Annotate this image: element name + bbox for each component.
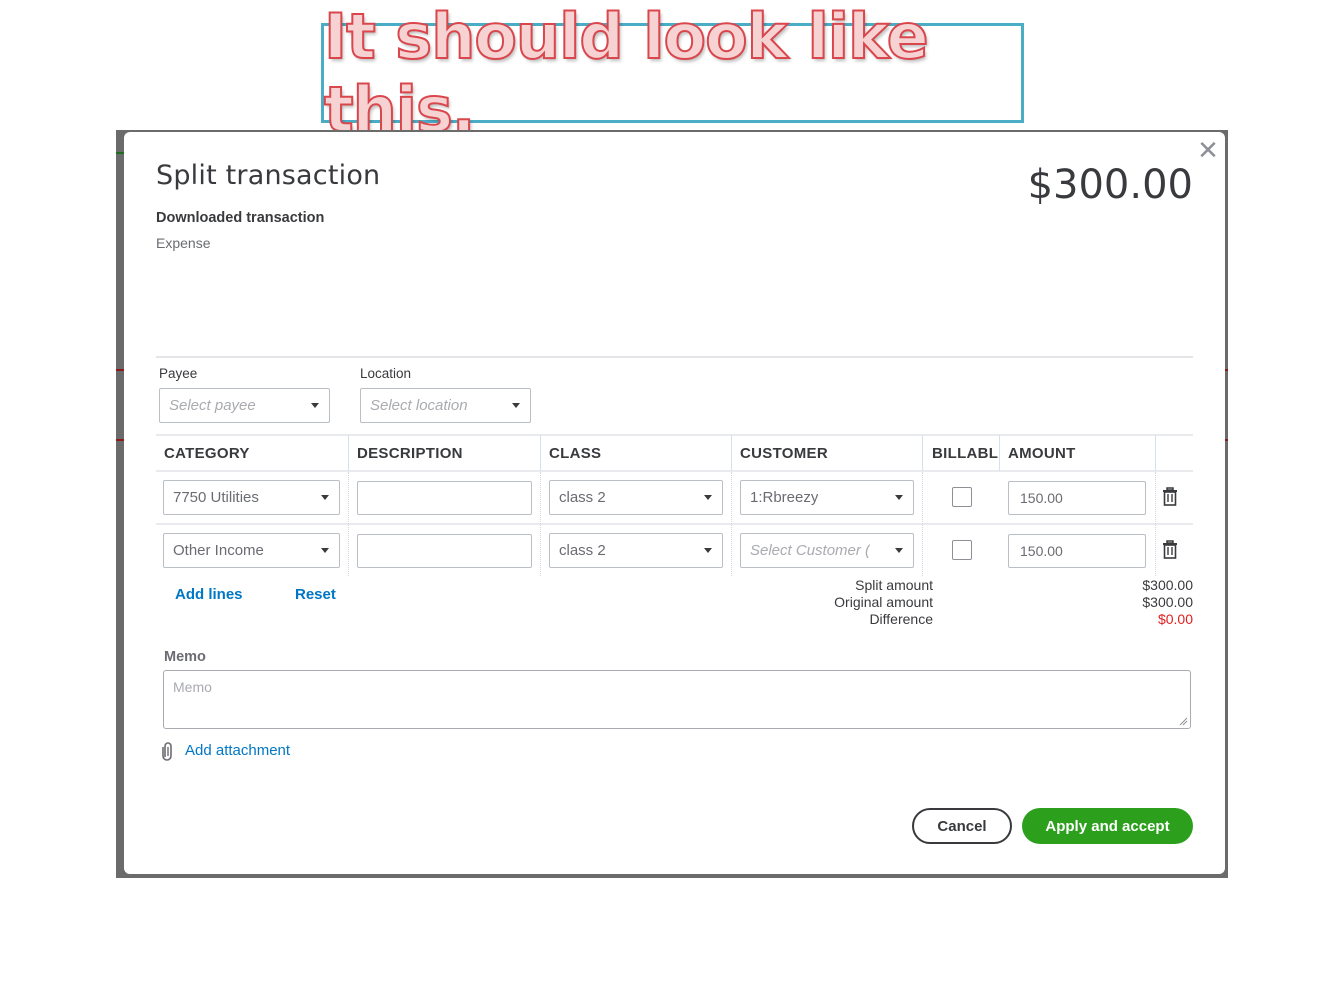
payee-select[interactable]: Select payee <box>159 388 330 423</box>
split-amount-label: Split amount <box>855 577 933 593</box>
chevron-down-icon <box>895 548 903 553</box>
amount-input[interactable]: 150.00 <box>1008 534 1146 568</box>
col-divider <box>1155 472 1156 576</box>
col-divider <box>348 472 349 576</box>
apply-and-accept-button[interactable]: Apply and accept <box>1022 808 1193 844</box>
category-value: Other Income <box>173 542 264 559</box>
column-header-category: CATEGORY <box>164 445 250 462</box>
customer-select[interactable]: 1:Rbreezy <box>740 480 914 515</box>
col-divider <box>731 472 732 576</box>
table-top-border <box>156 434 1193 436</box>
category-value: 7750 Utilities <box>173 489 259 506</box>
resize-handle-icon[interactable] <box>1178 716 1188 726</box>
memo-placeholder: Memo <box>173 679 212 695</box>
chevron-down-icon <box>321 495 329 500</box>
close-icon: ✕ <box>1197 135 1219 165</box>
col-divider <box>1155 435 1156 471</box>
class-value: class 2 <box>559 542 606 559</box>
table-header-border <box>156 470 1193 472</box>
add-lines-button[interactable]: Add lines <box>175 586 243 603</box>
col-divider <box>731 435 732 471</box>
transaction-source: Downloaded transaction <box>156 210 325 226</box>
column-header-customer: CUSTOMER <box>740 445 828 462</box>
column-header-class: CLASS <box>549 445 602 462</box>
description-input[interactable] <box>357 534 532 568</box>
annotation-banner: It should look like this. <box>321 0 1024 147</box>
column-header-amount: AMOUNT <box>1008 445 1076 462</box>
difference-label: Difference <box>869 611 933 627</box>
col-divider <box>348 435 349 471</box>
billable-checkbox[interactable] <box>952 540 972 560</box>
billable-checkbox[interactable] <box>952 487 972 507</box>
chevron-down-icon <box>895 495 903 500</box>
location-label: Location <box>360 366 412 381</box>
col-divider <box>540 435 541 471</box>
class-select[interactable]: class 2 <box>549 480 723 515</box>
column-header-description: DESCRIPTION <box>357 445 463 462</box>
divider <box>156 356 1193 358</box>
class-value: class 2 <box>559 489 606 506</box>
close-button[interactable]: ✕ <box>1196 136 1220 164</box>
description-input[interactable] <box>357 481 532 515</box>
location-placeholder: Select location <box>370 397 468 414</box>
add-attachment-link[interactable]: Add attachment <box>185 742 290 759</box>
category-select[interactable]: 7750 Utilities <box>163 480 340 515</box>
memo-label: Memo <box>164 649 206 665</box>
class-select[interactable]: class 2 <box>549 533 723 568</box>
table-row-border <box>156 523 1193 525</box>
memo-textarea[interactable]: Memo <box>163 670 1191 729</box>
total-amount: $300.00 <box>1027 162 1193 208</box>
customer-placeholder: Select Customer ( <box>750 542 871 559</box>
payee-label: Payee <box>159 366 198 381</box>
col-divider <box>922 472 923 576</box>
chevron-down-icon <box>704 548 712 553</box>
chevron-down-icon <box>512 403 520 408</box>
chevron-down-icon <box>311 403 319 408</box>
split-transaction-dialog: ✕ Split transaction $300.00 Downloaded t… <box>124 132 1225 874</box>
difference-value: $0.00 <box>1157 611 1193 627</box>
column-header-billable: BILLABLE <box>932 445 998 462</box>
original-amount-label: Original amount <box>834 594 933 610</box>
transaction-type: Expense <box>156 235 211 251</box>
col-divider <box>922 435 923 471</box>
amount-input[interactable]: 150.00 <box>1008 481 1146 515</box>
col-divider <box>999 435 1000 471</box>
chevron-down-icon <box>321 548 329 553</box>
reset-button[interactable]: Reset <box>295 586 336 603</box>
cancel-button[interactable]: Cancel <box>912 808 1012 844</box>
category-select[interactable]: Other Income <box>163 533 340 568</box>
payee-placeholder: Select payee <box>169 397 256 414</box>
dialog-title: Split transaction <box>156 160 381 191</box>
trash-icon[interactable] <box>1161 487 1179 507</box>
original-amount-value: $300.00 <box>1142 594 1193 610</box>
customer-select[interactable]: Select Customer ( <box>740 533 914 568</box>
customer-value: 1:Rbreezy <box>750 489 819 506</box>
paperclip-icon <box>162 742 172 761</box>
annotation-text: It should look like this. <box>323 0 930 147</box>
chevron-down-icon <box>704 495 712 500</box>
col-divider <box>540 472 541 576</box>
location-select[interactable]: Select location <box>360 388 531 423</box>
split-amount-value: $300.00 <box>1142 577 1193 593</box>
trash-icon[interactable] <box>1161 540 1179 560</box>
